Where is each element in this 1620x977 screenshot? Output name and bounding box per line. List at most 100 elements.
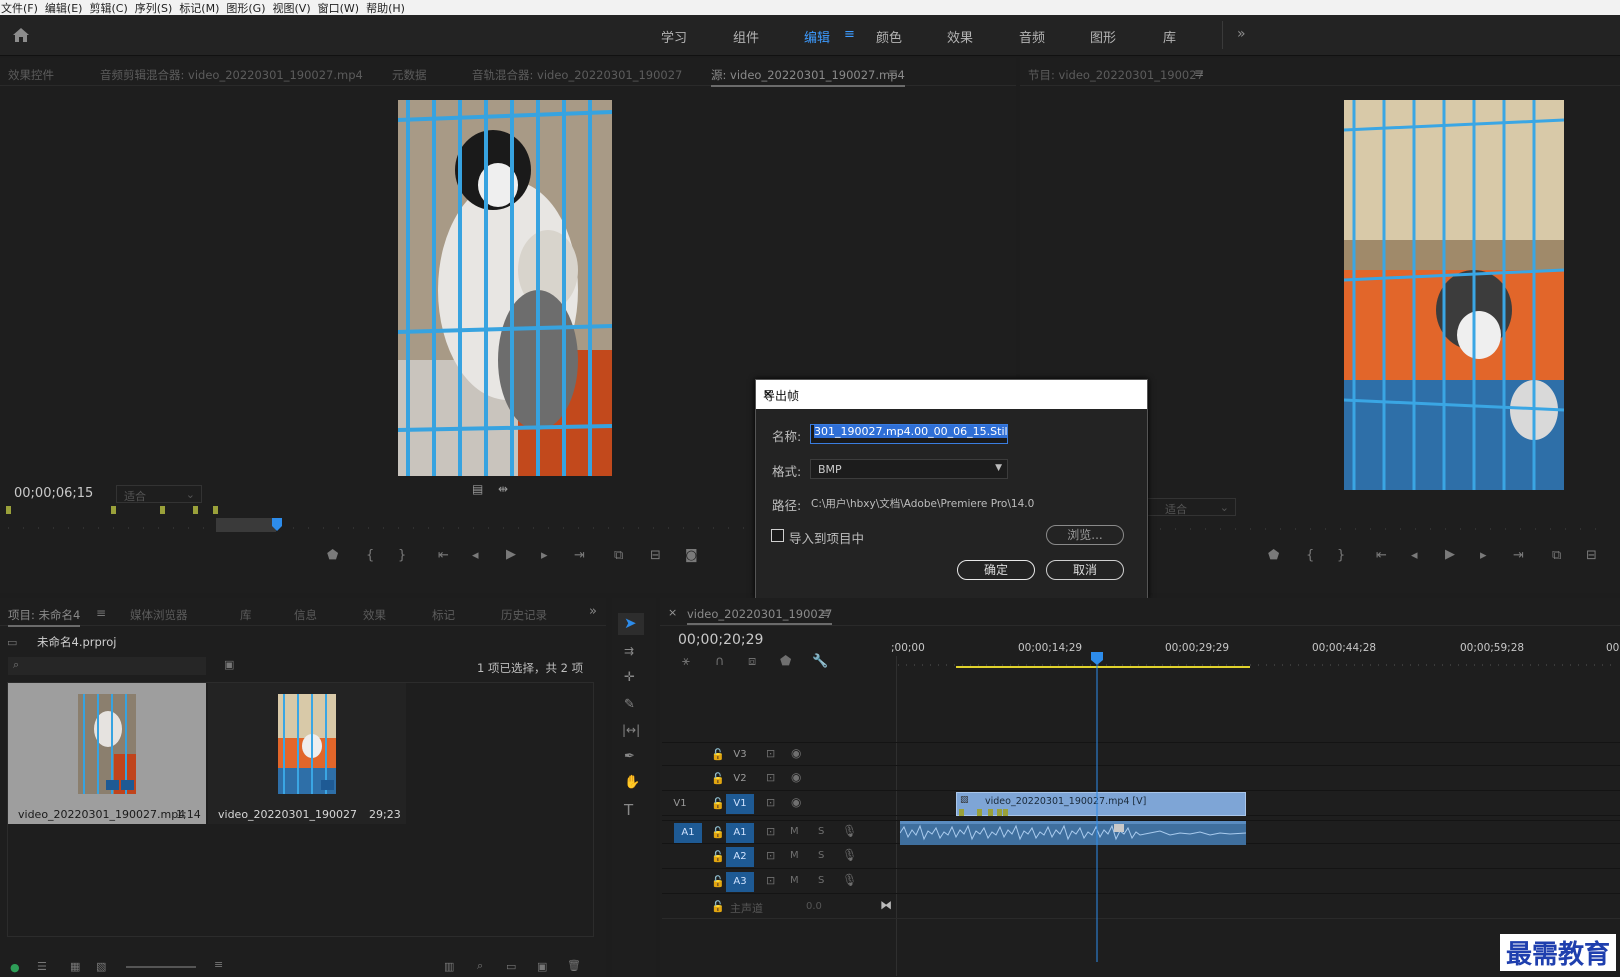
home-icon[interactable] bbox=[12, 27, 30, 43]
tab-program[interactable]: 节目: video_20220301_190027 bbox=[1028, 67, 1204, 83]
trash-icon[interactable]: 🗑 bbox=[567, 959, 581, 972]
lock-icon[interactable]: 🔓 bbox=[711, 772, 725, 785]
step-back-icon[interactable]: ◂ bbox=[1411, 548, 1418, 563]
ok-button[interactable]: 确定 bbox=[957, 560, 1035, 580]
tab-effect-controls[interactable]: 效果控件 bbox=[8, 67, 54, 83]
tab-project[interactable]: 项目: 未命名4 bbox=[8, 607, 81, 627]
lock-icon[interactable]: 🔓 bbox=[711, 797, 725, 810]
project-item[interactable]: video_20220301_190027.mp4 1;14 bbox=[8, 683, 206, 824]
list-view-icon[interactable]: ☰ bbox=[37, 960, 47, 973]
panel-menu-icon[interactable]: ≡ bbox=[1194, 66, 1204, 80]
lift-icon[interactable]: ⧉ bbox=[1552, 548, 1561, 563]
tab-source[interactable]: 源: video_20220301_190027.mp4 bbox=[711, 67, 905, 87]
menu-edit[interactable]: 编辑(E) bbox=[45, 0, 90, 16]
tab-audio-clip-mixer[interactable]: 音频剪辑混合器: video_20220301_190027.mp4 bbox=[100, 67, 363, 83]
pen-icon[interactable]: ✒ bbox=[624, 749, 635, 764]
add-marker-icon[interactable]: ⬟ bbox=[1268, 548, 1279, 563]
go-to-out-icon[interactable]: ⇥ bbox=[574, 548, 585, 563]
source-patch-v1[interactable]: V1 bbox=[666, 794, 694, 814]
slip-tool-icon[interactable]: |↔| bbox=[622, 723, 640, 737]
tab-sequence[interactable]: video_20220301_190027 bbox=[687, 607, 833, 625]
selection-tool-icon[interactable]: ➤ bbox=[624, 614, 637, 632]
menu-file[interactable]: 文件(F) bbox=[1, 0, 45, 16]
eye-icon[interactable]: ◉ bbox=[791, 746, 801, 760]
sort-icon[interactable]: ≡ bbox=[214, 958, 223, 971]
lock-icon[interactable]: 🔓 bbox=[711, 875, 725, 888]
track-target-a2[interactable]: A2 bbox=[726, 847, 754, 867]
import-checkbox[interactable] bbox=[771, 529, 784, 542]
program-ruler[interactable] bbox=[1140, 523, 1620, 535]
source-fit-select[interactable]: 适合 ⌄ bbox=[116, 485, 202, 503]
more-workspaces-icon[interactable]: » bbox=[1237, 26, 1246, 42]
tab-libraries[interactable]: 库 bbox=[240, 607, 252, 623]
sync-lock-icon[interactable]: ⊡ bbox=[766, 796, 775, 809]
tab-media-browser[interactable]: 媒体浏览器 bbox=[130, 607, 188, 623]
lock-icon[interactable]: 🔓 bbox=[711, 900, 725, 913]
menu-graphics[interactable]: 图形(G) bbox=[226, 0, 272, 16]
hand-icon[interactable]: ✋ bbox=[624, 775, 640, 790]
timeline-ruler[interactable] bbox=[898, 656, 1618, 670]
step-forward-icon[interactable]: ▸ bbox=[1480, 548, 1487, 563]
step-forward-icon[interactable]: ▸ bbox=[541, 548, 548, 563]
menu-markers[interactable]: 标记(M) bbox=[179, 0, 226, 16]
mark-out-icon[interactable]: } bbox=[398, 548, 406, 563]
workspace-assembly[interactable]: 组件 bbox=[733, 27, 759, 46]
panel-menu-icon[interactable]: ≡ bbox=[888, 66, 898, 80]
mute-button[interactable]: M bbox=[790, 875, 799, 886]
drag-audio-icon[interactable]: ⇹ bbox=[498, 482, 508, 496]
lock-icon[interactable]: 🔓 bbox=[711, 850, 725, 863]
format-select[interactable]: BMP ▼ bbox=[810, 459, 1008, 479]
more-tabs-icon[interactable]: » bbox=[589, 604, 597, 619]
automate-icon[interactable]: ▥ bbox=[444, 960, 454, 973]
tab-audio-track-mixer[interactable]: 音轨混合器: video_20220301_190027 bbox=[472, 67, 682, 83]
timeline-playhead[interactable] bbox=[1090, 652, 1104, 962]
wrench-icon[interactable]: 🔧 bbox=[812, 654, 828, 669]
freeform-view-icon[interactable]: ▧ bbox=[96, 960, 106, 973]
new-item-icon[interactable]: ▣ bbox=[537, 960, 547, 973]
new-bin-icon[interactable]: ▭ bbox=[506, 960, 516, 973]
timeline-timecode[interactable]: 00;00;20;29 bbox=[678, 632, 763, 648]
sync-lock-icon[interactable]: ⊡ bbox=[766, 747, 775, 760]
go-to-in-icon[interactable]: ⇤ bbox=[1376, 548, 1387, 563]
workspace-learning[interactable]: 学习 bbox=[661, 27, 687, 46]
workspace-color[interactable]: 颜色 bbox=[876, 27, 902, 46]
workspace-effects[interactable]: 效果 bbox=[947, 27, 973, 46]
find-icon[interactable]: ⌕ bbox=[477, 959, 483, 973]
sync-lock-icon[interactable]: ⊡ bbox=[766, 771, 775, 784]
project-search-input[interactable]: ⌕ bbox=[8, 657, 206, 675]
lock-icon[interactable]: ● bbox=[10, 961, 20, 974]
solo-button[interactable]: S bbox=[818, 826, 824, 837]
lock-icon[interactable]: 🔓 bbox=[711, 748, 725, 761]
add-marker-icon[interactable]: ⬟ bbox=[327, 548, 338, 563]
source-patch-a1[interactable]: A1 bbox=[674, 823, 702, 843]
tab-effects[interactable]: 效果 bbox=[363, 607, 386, 623]
solo-button[interactable]: S bbox=[818, 850, 824, 861]
tab-metadata[interactable]: 元数据 bbox=[392, 67, 427, 83]
jump-to-end-icon[interactable]: ⧓ bbox=[880, 898, 892, 912]
tab-markers[interactable]: 标记 bbox=[432, 607, 455, 623]
play-icon[interactable]: ▶ bbox=[1445, 547, 1455, 562]
workspace-audio[interactable]: 音频 bbox=[1019, 27, 1045, 46]
mute-button[interactable]: M bbox=[790, 826, 799, 837]
eye-icon[interactable]: ◉ bbox=[791, 770, 801, 784]
workspace-libraries[interactable]: 库 bbox=[1163, 27, 1176, 46]
program-fit-select[interactable]: 适合 ⌄ bbox=[1140, 498, 1236, 516]
microphone-icon[interactable]: 🎙 bbox=[842, 873, 857, 887]
linked-selection-icon[interactable]: ∩ bbox=[715, 654, 725, 669]
tab-history[interactable]: 历史记录 bbox=[501, 607, 547, 623]
menu-view[interactable]: 视图(V) bbox=[273, 0, 318, 16]
track-target-v3[interactable]: V3 bbox=[726, 745, 754, 765]
track-target-v1[interactable]: V1 bbox=[726, 794, 754, 814]
project-item[interactable]: video_20220301_190027 29;23 bbox=[208, 683, 406, 824]
name-field[interactable]: 301_190027.mp4.00_00_06_15.Still003 bbox=[810, 424, 1008, 444]
cancel-button[interactable]: 取消 bbox=[1046, 560, 1124, 580]
browse-button[interactable]: 浏览... bbox=[1046, 525, 1124, 545]
nest-icon[interactable]: ⧈ bbox=[748, 654, 756, 669]
workspace-graphics[interactable]: 图形 bbox=[1090, 27, 1116, 46]
eye-icon[interactable]: ◉ bbox=[791, 795, 801, 809]
ripple-edit-icon[interactable]: ✛ bbox=[624, 670, 635, 685]
source-timecode[interactable]: 00;00;06;15 bbox=[14, 486, 93, 501]
workspace-editing[interactable]: 编辑 bbox=[804, 27, 830, 46]
overwrite-icon[interactable]: ⊟ bbox=[650, 548, 661, 563]
camera-icon[interactable]: ◙ bbox=[685, 548, 698, 563]
